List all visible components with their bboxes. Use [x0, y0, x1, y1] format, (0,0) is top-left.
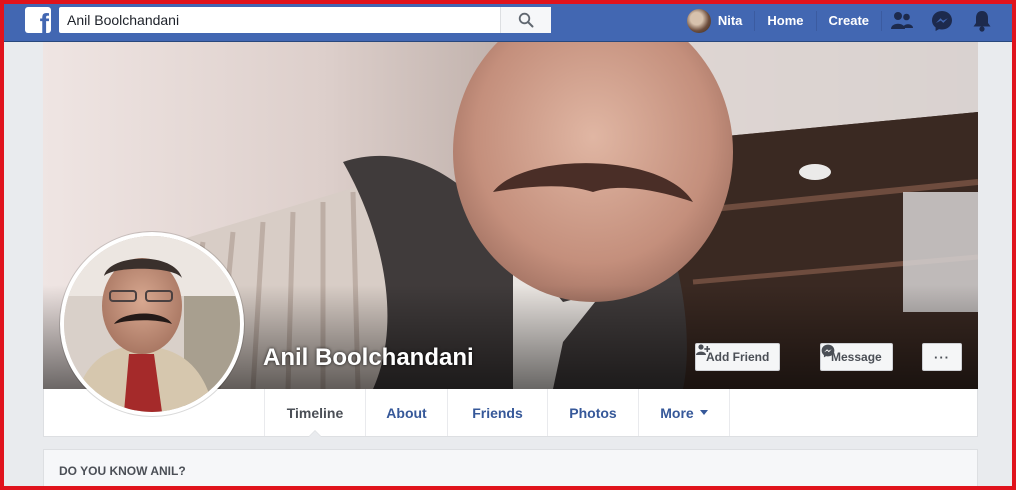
search-input[interactable]: [59, 8, 499, 32]
search-button[interactable]: [500, 7, 551, 33]
nav-user-name: Nita: [717, 13, 743, 28]
tab-about-label: About: [386, 404, 427, 421]
messenger-button[interactable]: [922, 0, 962, 42]
nav-user-profile-link[interactable]: Nita: [686, 9, 755, 33]
nav-create-link[interactable]: Create: [817, 11, 881, 31]
profile-picture[interactable]: [60, 232, 244, 416]
profile-picture-image: [64, 236, 240, 412]
message-label: Message: [831, 350, 882, 364]
facebook-logo-icon[interactable]: f: [25, 7, 51, 33]
tab-more-label: More: [660, 404, 694, 421]
search-icon: [518, 12, 534, 28]
chevron-down-icon: [699, 410, 708, 415]
add-friend-icon: [696, 344, 710, 355]
search-box: [59, 7, 551, 33]
profile-name[interactable]: Anil Boolchandani: [263, 344, 474, 372]
tab-photos[interactable]: Photos: [547, 389, 638, 436]
friend-requests-icon: [891, 12, 913, 29]
message-button[interactable]: Message: [820, 343, 893, 371]
nav-right: Nita Home Create: [686, 0, 1002, 42]
do-you-know-title: DO YOU KNOW ANIL?: [59, 464, 186, 478]
friend-requests-button[interactable]: [882, 0, 922, 42]
messenger-icon: [821, 344, 835, 358]
add-friend-button[interactable]: Add Friend: [695, 343, 781, 371]
notifications-button[interactable]: [962, 0, 1002, 42]
tab-more[interactable]: More: [638, 389, 730, 436]
tab-friends-label: Friends: [472, 404, 523, 421]
tab-timeline-label: Timeline: [286, 404, 344, 421]
top-navigation-bar: f Nita Home Create: [0, 0, 1016, 42]
nav-home-link[interactable]: Home: [755, 11, 815, 31]
more-options-button[interactable]: ···: [922, 343, 962, 371]
tab-photos-label: Photos: [569, 404, 617, 421]
tab-timeline[interactable]: Timeline: [264, 389, 365, 437]
more-options-icon: ···: [934, 349, 950, 365]
notifications-bell-icon: [973, 11, 991, 32]
do-you-know-panel: DO YOU KNOW ANIL?: [43, 449, 978, 490]
tab-about[interactable]: About: [365, 389, 447, 436]
add-friend-label: Add Friend: [706, 350, 770, 364]
profile-tabs: Timeline About Friends Photos More: [264, 389, 730, 437]
user-avatar: [686, 9, 711, 33]
messenger-icon: [932, 11, 952, 31]
tab-friends[interactable]: Friends: [447, 389, 547, 436]
